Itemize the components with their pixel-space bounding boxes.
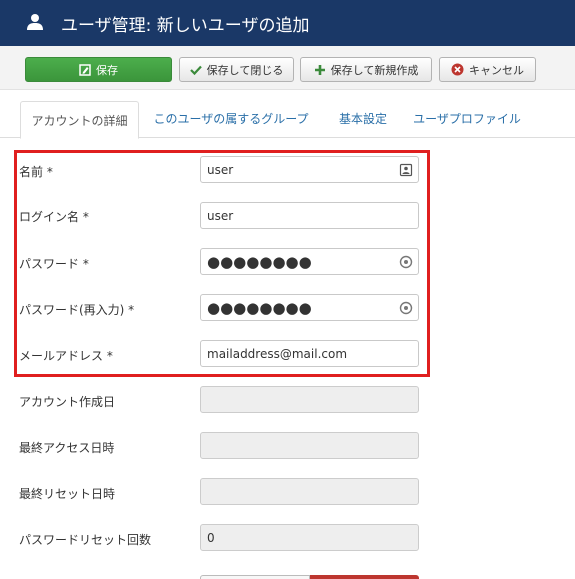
save-new-button[interactable]: 保存して新規作成 xyxy=(300,57,432,82)
save-button[interactable]: 保存 xyxy=(25,57,172,82)
contact-card-icon xyxy=(399,163,413,177)
save-button-label: 保存 xyxy=(96,63,118,77)
login-value: user xyxy=(207,208,234,223)
email-value: mailaddress@mail.com xyxy=(207,346,348,361)
plus-icon xyxy=(314,64,325,75)
tab-user-profile[interactable]: ユーザプロファイル xyxy=(412,99,522,138)
last-access-field xyxy=(200,432,419,459)
edit-icon xyxy=(79,63,91,76)
save-new-label: 保存して新規作成 xyxy=(330,63,419,77)
tab-bar: アカウントの詳細 このユーザの属するグループ 基本設定 ユーザプロファイル xyxy=(0,99,575,139)
cancel-icon xyxy=(451,63,464,76)
password-confirm-label: パスワード(再入力) * xyxy=(19,303,135,317)
password-value: ●●●●●●●● xyxy=(207,252,312,271)
title-bar: ユーザ管理: 新しいユーザの追加 xyxy=(0,0,575,46)
toggle-option-left[interactable] xyxy=(200,575,310,579)
created-date-field xyxy=(200,386,419,413)
password-toggle-icon[interactable] xyxy=(399,255,413,269)
name-label: 名前 * xyxy=(19,165,53,179)
tab-account-details[interactable]: アカウントの詳細 xyxy=(20,101,139,139)
check-icon xyxy=(189,65,202,75)
password-label: パスワード * xyxy=(19,257,89,271)
status-toggle[interactable] xyxy=(200,575,419,579)
name-field[interactable]: user xyxy=(200,156,419,183)
tab-user-groups[interactable]: このユーザの属するグループ xyxy=(150,99,312,138)
reset-count-field: 0 xyxy=(200,524,419,551)
cancel-button[interactable]: キャンセル xyxy=(439,57,536,82)
last-reset-field xyxy=(200,478,419,505)
reset-count-value: 0 xyxy=(207,530,215,545)
toggle-option-right[interactable] xyxy=(310,575,419,579)
name-value: user xyxy=(207,162,234,177)
created-date-label: アカウント作成日 xyxy=(19,395,116,409)
password-field[interactable]: ●●●●●●●● xyxy=(200,248,419,275)
user-icon xyxy=(27,14,43,30)
save-close-button[interactable]: 保存して閉じる xyxy=(179,57,294,82)
cancel-label: キャンセル xyxy=(469,63,524,77)
email-field[interactable]: mailaddress@mail.com xyxy=(200,340,419,367)
login-label: ログイン名 * xyxy=(19,210,89,224)
password-confirm-value: ●●●●●●●● xyxy=(207,298,312,317)
email-label: メールアドレス * xyxy=(19,349,113,363)
last-access-label: 最終アクセス日時 xyxy=(19,441,115,455)
tab-basic-settings[interactable]: 基本設定 xyxy=(330,99,396,138)
password-toggle-icon[interactable] xyxy=(399,301,413,315)
save-close-label: 保存して閉じる xyxy=(206,63,284,77)
last-reset-label: 最終リセット日時 xyxy=(19,487,116,501)
reset-count-label: パスワードリセット回数 xyxy=(19,533,152,547)
page-title: ユーザ管理: 新しいユーザの追加 xyxy=(61,16,310,36)
toolbar: 保存 保存して閉じる 保存して新規作成 キャンセル xyxy=(0,46,575,90)
password-confirm-field[interactable]: ●●●●●●●● xyxy=(200,294,419,321)
login-field[interactable]: user xyxy=(200,202,419,229)
